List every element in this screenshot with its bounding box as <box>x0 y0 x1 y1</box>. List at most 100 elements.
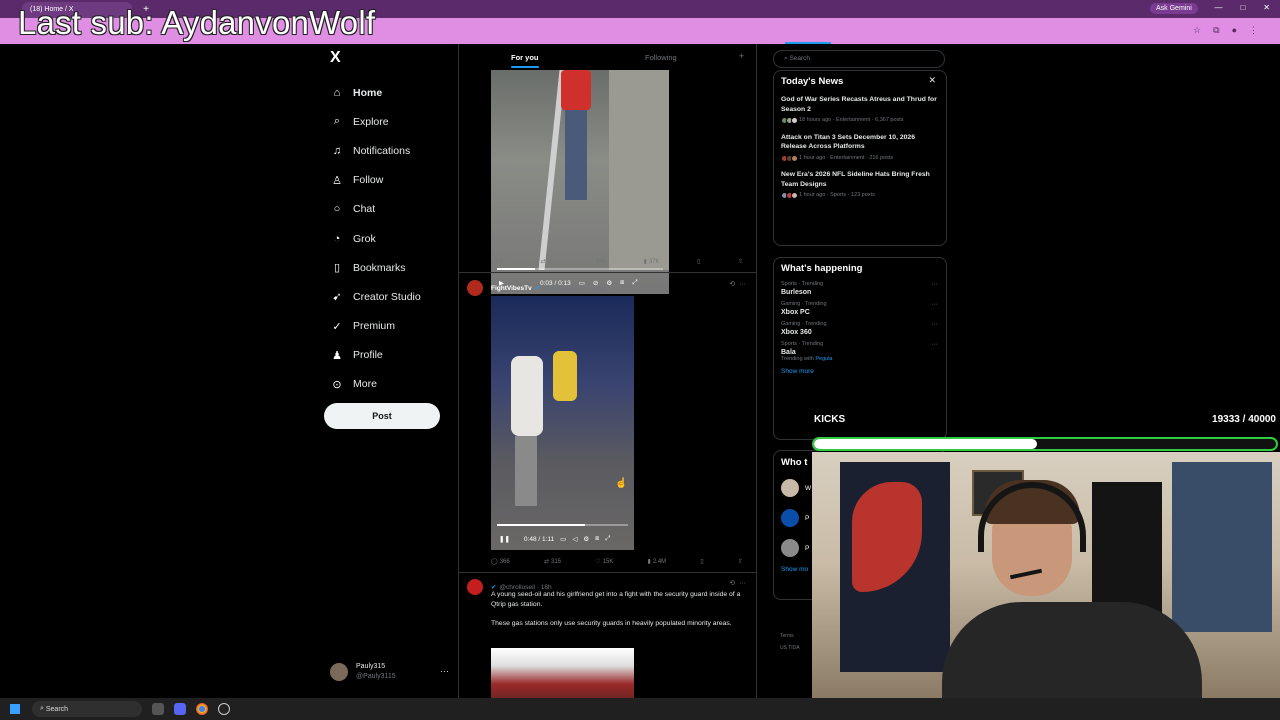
start-icon[interactable] <box>10 704 20 714</box>
minimize-icon[interactable]: — <box>1214 3 1222 12</box>
taskbar: ⌕ Search <box>0 698 1280 720</box>
avatar-stack <box>781 192 798 200</box>
reply-button[interactable]: ◯ 366 <box>491 558 510 565</box>
views-button[interactable]: ▮ 37K <box>644 258 660 265</box>
tweet-tools: ⟲ ··· <box>729 579 746 587</box>
timeline[interactable]: For you Following + ▶ 0:03 / 0:13 ▭ ⊘ ⚙ … <box>458 44 757 698</box>
chart-icon: ▮ <box>647 559 651 565</box>
post-button[interactable]: Post <box>324 403 440 429</box>
repost-button[interactable]: ⇄ 315 <box>544 558 561 565</box>
grok-icon[interactable]: ⟲ <box>729 281 735 288</box>
video-progress-bar[interactable] <box>497 268 663 270</box>
pause-icon[interactable]: ❚❚ <box>499 535 510 543</box>
trend-item[interactable]: Sports · Trending Burleson ··· <box>774 279 946 299</box>
nav-item-follow[interactable]: ♙ Follow <box>330 166 421 195</box>
more-dots-icon[interactable]: ··· <box>931 321 938 328</box>
news-item[interactable]: New Era's 2026 NFL Sideline Hats Bring F… <box>774 167 946 205</box>
fullscreen-icon[interactable]: ⤢ <box>632 279 637 287</box>
profile-icon[interactable]: ● <box>1232 25 1237 36</box>
nav-item-grok[interactable]: ◔ Grok <box>330 224 421 253</box>
tab-for-you[interactable]: For you <box>511 53 539 68</box>
trend-item[interactable]: Gaming · Trending Xbox PC ··· <box>774 299 946 319</box>
nav-item-premium[interactable]: ✓ Premium <box>330 312 421 341</box>
search-icon: ⌕ <box>333 115 341 128</box>
rocket-icon: ➹ <box>332 291 342 304</box>
like-button[interactable]: ♡ 349 <box>589 258 606 265</box>
discord-icon[interactable] <box>174 703 186 715</box>
show-more-link[interactable]: Show more <box>774 365 946 378</box>
tweet-media[interactable] <box>491 648 634 698</box>
grok-icon[interactable]: ⟲ <box>729 580 735 587</box>
video-time: 0:48 / 1:11 <box>523 535 555 543</box>
nav-label: Chat <box>353 203 376 216</box>
more-dots-icon[interactable]: ··· <box>931 281 938 288</box>
nav-item-chat[interactable]: ○ Chat <box>330 195 421 224</box>
chrome-icon[interactable] <box>196 703 208 715</box>
captions-icon[interactable]: ▭ <box>560 535 566 543</box>
search-input[interactable]: ⌕ Search <box>773 50 945 68</box>
x-logo[interactable]: X <box>330 49 341 67</box>
nav-label: Follow <box>353 174 384 187</box>
tweet-video[interactable]: ❚❚ 0:48 / 1:11 ▭ ◁ ⚙ ⧈ ⤢ <box>491 296 634 550</box>
kicks-goal-label: KICKS <box>814 414 846 425</box>
close-icon[interactable]: ✕ <box>928 75 936 86</box>
close-icon[interactable]: ✕ <box>1263 3 1270 12</box>
more-icon: ⊙ <box>332 378 342 391</box>
taskbar-search[interactable]: ⌕ Search <box>32 701 142 717</box>
ask-gemini-button[interactable]: Ask Gemini <box>1150 3 1198 14</box>
account-switcher[interactable]: Pauly315 @Pauly3115 ··· <box>330 662 449 682</box>
maximize-icon[interactable]: □ <box>1240 3 1245 12</box>
star-icon[interactable]: ☆ <box>1193 25 1201 36</box>
like-button[interactable]: ♡ 15K <box>595 558 613 565</box>
repost-button[interactable]: ⇄ 9 <box>541 258 551 265</box>
tweet-date[interactable]: Aug 1 <box>593 285 610 292</box>
bookmark-button[interactable]: ▯ <box>697 258 700 265</box>
share-button[interactable]: ⇧ <box>738 258 743 265</box>
pip-icon[interactable]: ⧈ <box>595 535 599 543</box>
window-controls: — □ ✕ <box>1214 3 1270 12</box>
video-progress-bar[interactable] <box>497 524 628 526</box>
nav-item-creator-studio[interactable]: ➹ Creator Studio <box>330 282 420 311</box>
more-dots-icon[interactable]: ··· <box>739 580 746 587</box>
bell-icon: ♫ <box>332 144 342 157</box>
tweet-author-handle[interactable]: @FightVibesTv <box>543 285 587 292</box>
trend-item[interactable]: Sports · Trending Bala Trending with Peg… <box>774 339 946 365</box>
tab-following[interactable]: Following <box>645 53 677 62</box>
tweet-actions: ◯ 3 ⇄ 9 ♡ 349 ▮ 37K ▯ ⇧ <box>491 258 743 265</box>
more-dots-icon[interactable]: ··· <box>931 341 938 348</box>
trend-item[interactable]: Gaming · Trending Xbox 360 ··· <box>774 319 946 339</box>
extensions-icon[interactable]: ⧉ <box>1213 25 1219 36</box>
pip-icon[interactable]: ⧈ <box>620 279 624 287</box>
nav-item-bookmarks[interactable]: ▯ Bookmarks <box>330 253 421 282</box>
views-button[interactable]: ▮ 2.4M <box>648 558 667 565</box>
bookmark-button[interactable]: ▯ <box>700 558 703 565</box>
settings-icon[interactable]: ⚙ <box>583 535 589 543</box>
fullscreen-icon[interactable]: ⤢ <box>605 535 610 543</box>
news-item[interactable]: God of War Series Recasts Atreus and Thr… <box>774 92 946 130</box>
avatar[interactable] <box>467 280 483 296</box>
menu-icon[interactable]: ⋮ <box>1249 25 1258 36</box>
nav-item-profile[interactable]: ♟ Profile <box>330 341 421 370</box>
reply-button[interactable]: ◯ 3 <box>491 258 503 265</box>
primary-nav: ⌂ Home ⌕ Explore ♫ Notifications ♙ Follow ○ C… <box>330 78 421 399</box>
more-dots-icon[interactable]: ··· <box>739 281 746 288</box>
panel-title: What's happening <box>781 263 863 274</box>
footer-link[interactable]: US TIDA <box>780 642 800 654</box>
volume-icon[interactable]: ◁ <box>572 535 577 543</box>
file-explorer-icon[interactable] <box>152 703 164 715</box>
nav-item-more[interactable]: ⊙ More <box>330 370 421 399</box>
nav-item-explore[interactable]: ⌕ Explore <box>330 107 421 136</box>
premium-icon: ✓ <box>332 320 342 333</box>
more-dots-icon[interactable]: ··· <box>931 301 938 308</box>
share-button[interactable]: ⇧ <box>738 558 743 565</box>
nav-item-home[interactable]: ⌂ Home <box>330 78 421 107</box>
kicks-goal-count: 19333 / 40000 <box>1212 414 1276 425</box>
nav-item-notifications[interactable]: ♫ Notifications <box>330 136 421 165</box>
news-item[interactable]: Attack on Titan 3 Sets December 10, 2026… <box>774 130 946 168</box>
terms-link[interactable]: Terms <box>780 630 800 642</box>
add-tab-icon[interactable]: + <box>739 51 744 61</box>
obs-icon[interactable] <box>218 703 230 715</box>
tweet-author-name[interactable]: FightVibesTv <box>491 285 532 292</box>
avatar[interactable] <box>467 579 483 595</box>
more-dots-icon[interactable]: ··· <box>440 666 449 676</box>
